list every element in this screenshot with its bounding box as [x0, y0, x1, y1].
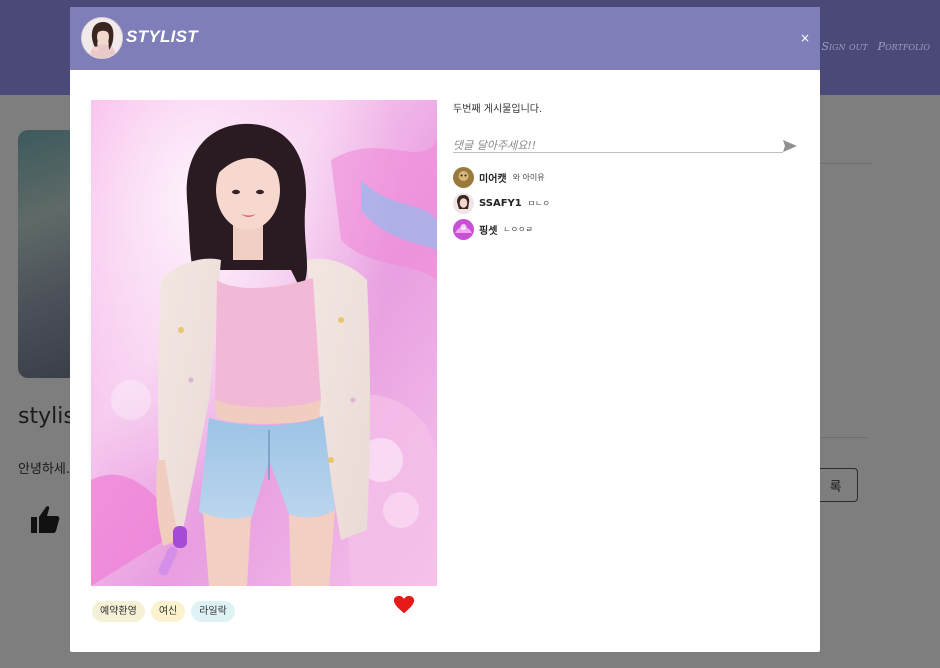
divider [820, 437, 868, 438]
commenter-avatar [453, 193, 474, 214]
heart-icon[interactable] [393, 594, 415, 616]
nav-portfolio-link[interactable]: Portfolio [878, 40, 930, 53]
comment-text: 와 아이유 [512, 173, 545, 182]
profile-name: stylis [18, 404, 75, 429]
send-icon[interactable] [782, 138, 798, 152]
commenter-avatar [453, 167, 474, 188]
thumbs-up-icon[interactable] [30, 504, 62, 538]
comment-field [453, 134, 783, 155]
comment-username[interactable]: SSAFY1 [479, 198, 522, 209]
comment-item: 핑셋 ㄴㅇㅇㄹ [453, 219, 550, 240]
tag-list: 예약환영 여신 라일락 [92, 601, 235, 622]
profile-photo [18, 130, 78, 378]
post-image [91, 100, 437, 586]
comment-item: SSAFY1 ㅁㄴㅇ [453, 193, 550, 214]
modal-title: STYLIST [126, 27, 198, 46]
close-icon[interactable]: × [800, 31, 810, 45]
tag-chip[interactable]: 여신 [150, 601, 186, 622]
comment-text: ㄴㅇㅇㄹ [503, 225, 533, 234]
comment-list: 미어캣 와 아이유 SSAFY1 ㅁㄴㅇ 핑셋 ㄴㅇㅇㄹ [453, 167, 550, 245]
divider [820, 163, 872, 164]
nav-sign-out-link[interactable]: Sign out [821, 40, 867, 53]
modal-header: STYLIST × [70, 7, 820, 70]
post-modal: STYLIST × 예약환영 여신 라일락 두번째 게시물입니다. 댓글 달아주… [70, 7, 820, 652]
commenter-avatar [453, 219, 474, 240]
tag-chip[interactable]: 예약환영 [92, 601, 145, 622]
post-caption: 두번째 게시물입니다. [453, 104, 543, 115]
nav-links: Sign out Portfolio [821, 40, 930, 53]
comment-text: ㅁㄴㅇ [527, 199, 550, 208]
tag-chip[interactable]: 라일락 [191, 601, 235, 622]
comment-username[interactable]: 미어캣 [479, 170, 507, 185]
comment-username[interactable]: 핑셋 [479, 222, 497, 237]
profile-greeting: 안녕하세. [18, 462, 70, 477]
stylist-avatar [81, 17, 123, 59]
comment-input[interactable] [453, 136, 783, 155]
comment-item: 미어캣 와 아이유 [453, 167, 550, 188]
